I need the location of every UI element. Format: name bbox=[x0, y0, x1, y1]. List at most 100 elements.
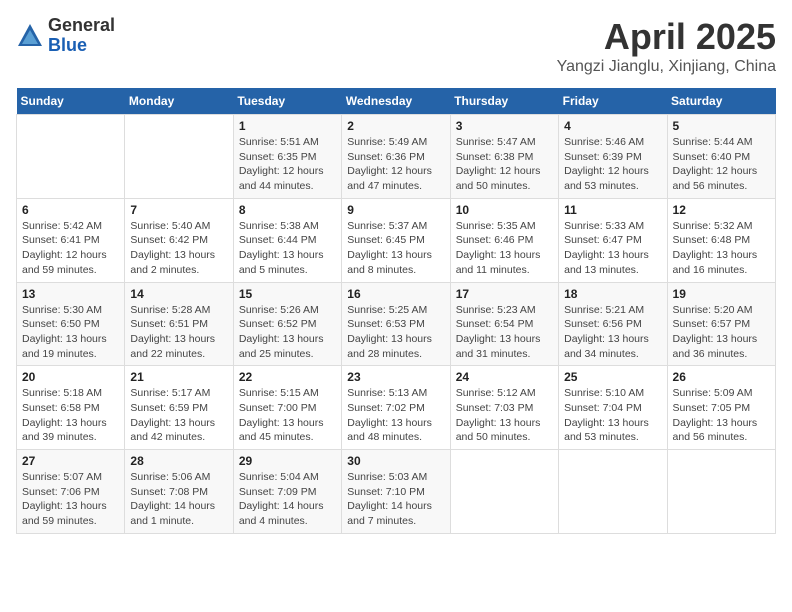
day-info: Sunrise: 5:06 AM Sunset: 7:08 PM Dayligh… bbox=[130, 470, 227, 529]
day-info: Sunrise: 5:07 AM Sunset: 7:06 PM Dayligh… bbox=[22, 470, 119, 529]
day-number: 20 bbox=[22, 370, 119, 384]
calendar-cell bbox=[125, 115, 233, 199]
calendar-cell: 26 Sunrise: 5:09 AM Sunset: 7:05 PM Dayli… bbox=[667, 366, 775, 450]
day-number: 26 bbox=[673, 370, 770, 384]
day-info: Sunrise: 5:46 AM Sunset: 6:39 PM Dayligh… bbox=[564, 135, 661, 194]
logo-blue-text: Blue bbox=[48, 36, 115, 56]
calendar-header: SundayMondayTuesdayWednesdayThursdayFrid… bbox=[17, 88, 776, 115]
day-number: 28 bbox=[130, 454, 227, 468]
day-info: Sunrise: 5:09 AM Sunset: 7:05 PM Dayligh… bbox=[673, 386, 770, 445]
day-number: 17 bbox=[456, 287, 553, 301]
day-info: Sunrise: 5:26 AM Sunset: 6:52 PM Dayligh… bbox=[239, 303, 336, 362]
day-info: Sunrise: 5:32 AM Sunset: 6:48 PM Dayligh… bbox=[673, 219, 770, 278]
calendar-cell: 7 Sunrise: 5:40 AM Sunset: 6:42 PM Daylig… bbox=[125, 198, 233, 282]
day-number: 15 bbox=[239, 287, 336, 301]
calendar-cell: 22Sunrise: 5:15 AM Sunset: 7:00 PM Dayli… bbox=[233, 366, 341, 450]
calendar-cell: 17 Sunrise: 5:23 AM Sunset: 6:54 PM Dayli… bbox=[450, 282, 558, 366]
day-number: 9 bbox=[347, 203, 444, 217]
day-number: 10 bbox=[456, 203, 553, 217]
header-cell-saturday: Saturday bbox=[667, 88, 775, 115]
calendar-cell: 12 Sunrise: 5:32 AM Sunset: 6:48 PM Dayli… bbox=[667, 198, 775, 282]
day-info: Sunrise: 5:04 AM Sunset: 7:09 PM Dayligh… bbox=[239, 470, 336, 529]
calendar-cell bbox=[559, 450, 667, 534]
day-info: Sunrise: 5:10 AM Sunset: 7:04 PM Dayligh… bbox=[564, 386, 661, 445]
week-row: 20 Sunrise: 5:18 AM Sunset: 6:58 PM Dayli… bbox=[17, 366, 776, 450]
calendar-cell: 25 Sunrise: 5:10 AM Sunset: 7:04 PM Dayli… bbox=[559, 366, 667, 450]
calendar-cell: 1 Sunrise: 5:51 AM Sunset: 6:35 PM Daylig… bbox=[233, 115, 341, 199]
calendar-cell: 21Sunrise: 5:17 AM Sunset: 6:59 PM Dayli… bbox=[125, 366, 233, 450]
calendar-cell: 28 Sunrise: 5:06 AM Sunset: 7:08 PM Dayli… bbox=[125, 450, 233, 534]
day-info: Sunrise: 5:25 AM Sunset: 6:53 PM Dayligh… bbox=[347, 303, 444, 362]
calendar-cell: 13 Sunrise: 5:30 AM Sunset: 6:50 PM Dayli… bbox=[17, 282, 125, 366]
calendar-cell: 10 Sunrise: 5:35 AM Sunset: 6:46 PM Dayli… bbox=[450, 198, 558, 282]
week-row: 1 Sunrise: 5:51 AM Sunset: 6:35 PM Daylig… bbox=[17, 115, 776, 199]
day-number: 12 bbox=[673, 203, 770, 217]
logo: General Blue bbox=[16, 16, 115, 56]
header-cell-friday: Friday bbox=[559, 88, 667, 115]
calendar-cell: 5Sunrise: 5:44 AM Sunset: 6:40 PM Daylig… bbox=[667, 115, 775, 199]
day-info: Sunrise: 5:49 AM Sunset: 6:36 PM Dayligh… bbox=[347, 135, 444, 194]
day-info: Sunrise: 5:15 AM Sunset: 7:00 PM Dayligh… bbox=[239, 386, 336, 445]
calendar-cell: 23Sunrise: 5:13 AM Sunset: 7:02 PM Dayli… bbox=[342, 366, 450, 450]
logo-general-text: General bbox=[48, 16, 115, 36]
day-info: Sunrise: 5:35 AM Sunset: 6:46 PM Dayligh… bbox=[456, 219, 553, 278]
day-number: 19 bbox=[673, 287, 770, 301]
day-number: 5 bbox=[673, 119, 770, 133]
title-block: April 2025 Yangzi Jianglu, Xinjiang, Chi… bbox=[557, 16, 776, 76]
day-number: 3 bbox=[456, 119, 553, 133]
calendar-cell: 30 Sunrise: 5:03 AM Sunset: 7:10 PM Dayli… bbox=[342, 450, 450, 534]
day-number: 27 bbox=[22, 454, 119, 468]
week-row: 13 Sunrise: 5:30 AM Sunset: 6:50 PM Dayli… bbox=[17, 282, 776, 366]
day-info: Sunrise: 5:18 AM Sunset: 6:58 PM Dayligh… bbox=[22, 386, 119, 445]
week-row: 6Sunrise: 5:42 AM Sunset: 6:41 PM Daylig… bbox=[17, 198, 776, 282]
day-number: 2 bbox=[347, 119, 444, 133]
day-number: 23 bbox=[347, 370, 444, 384]
calendar-cell: 6Sunrise: 5:42 AM Sunset: 6:41 PM Daylig… bbox=[17, 198, 125, 282]
calendar-body: 1 Sunrise: 5:51 AM Sunset: 6:35 PM Daylig… bbox=[17, 115, 776, 534]
header-cell-thursday: Thursday bbox=[450, 88, 558, 115]
day-info: Sunrise: 5:21 AM Sunset: 6:56 PM Dayligh… bbox=[564, 303, 661, 362]
header-cell-sunday: Sunday bbox=[17, 88, 125, 115]
day-number: 21 bbox=[130, 370, 227, 384]
calendar-cell bbox=[450, 450, 558, 534]
day-info: Sunrise: 5:40 AM Sunset: 6:42 PM Dayligh… bbox=[130, 219, 227, 278]
header-cell-tuesday: Tuesday bbox=[233, 88, 341, 115]
page-header: General Blue April 2025 Yangzi Jianglu, … bbox=[16, 16, 776, 76]
calendar-cell: 2 Sunrise: 5:49 AM Sunset: 6:36 PM Daylig… bbox=[342, 115, 450, 199]
day-number: 30 bbox=[347, 454, 444, 468]
day-info: Sunrise: 5:38 AM Sunset: 6:44 PM Dayligh… bbox=[239, 219, 336, 278]
day-number: 14 bbox=[130, 287, 227, 301]
day-info: Sunrise: 5:51 AM Sunset: 6:35 PM Dayligh… bbox=[239, 135, 336, 194]
calendar-cell: 3 Sunrise: 5:47 AM Sunset: 6:38 PM Daylig… bbox=[450, 115, 558, 199]
day-number: 25 bbox=[564, 370, 661, 384]
calendar-cell: 27 Sunrise: 5:07 AM Sunset: 7:06 PM Dayli… bbox=[17, 450, 125, 534]
calendar-cell: 9 Sunrise: 5:37 AM Sunset: 6:45 PM Daylig… bbox=[342, 198, 450, 282]
day-number: 18 bbox=[564, 287, 661, 301]
day-info: Sunrise: 5:12 AM Sunset: 7:03 PM Dayligh… bbox=[456, 386, 553, 445]
header-cell-wednesday: Wednesday bbox=[342, 88, 450, 115]
calendar-table: SundayMondayTuesdayWednesdayThursdayFrid… bbox=[16, 88, 776, 534]
day-info: Sunrise: 5:03 AM Sunset: 7:10 PM Dayligh… bbox=[347, 470, 444, 529]
day-info: Sunrise: 5:37 AM Sunset: 6:45 PM Dayligh… bbox=[347, 219, 444, 278]
calendar-cell: 4 Sunrise: 5:46 AM Sunset: 6:39 PM Daylig… bbox=[559, 115, 667, 199]
day-info: Sunrise: 5:23 AM Sunset: 6:54 PM Dayligh… bbox=[456, 303, 553, 362]
header-row: SundayMondayTuesdayWednesdayThursdayFrid… bbox=[17, 88, 776, 115]
day-info: Sunrise: 5:28 AM Sunset: 6:51 PM Dayligh… bbox=[130, 303, 227, 362]
header-cell-monday: Monday bbox=[125, 88, 233, 115]
day-number: 29 bbox=[239, 454, 336, 468]
day-number: 8 bbox=[239, 203, 336, 217]
day-number: 6 bbox=[22, 203, 119, 217]
day-number: 4 bbox=[564, 119, 661, 133]
calendar-cell bbox=[17, 115, 125, 199]
day-info: Sunrise: 5:47 AM Sunset: 6:38 PM Dayligh… bbox=[456, 135, 553, 194]
day-number: 13 bbox=[22, 287, 119, 301]
calendar-cell: 29 Sunrise: 5:04 AM Sunset: 7:09 PM Dayli… bbox=[233, 450, 341, 534]
day-number: 7 bbox=[130, 203, 227, 217]
day-number: 1 bbox=[239, 119, 336, 133]
calendar-cell: 24Sunrise: 5:12 AM Sunset: 7:03 PM Dayli… bbox=[450, 366, 558, 450]
calendar-cell: 18 Sunrise: 5:21 AM Sunset: 6:56 PM Dayli… bbox=[559, 282, 667, 366]
day-info: Sunrise: 5:20 AM Sunset: 6:57 PM Dayligh… bbox=[673, 303, 770, 362]
logo-icon bbox=[16, 22, 44, 50]
day-info: Sunrise: 5:30 AM Sunset: 6:50 PM Dayligh… bbox=[22, 303, 119, 362]
day-number: 11 bbox=[564, 203, 661, 217]
